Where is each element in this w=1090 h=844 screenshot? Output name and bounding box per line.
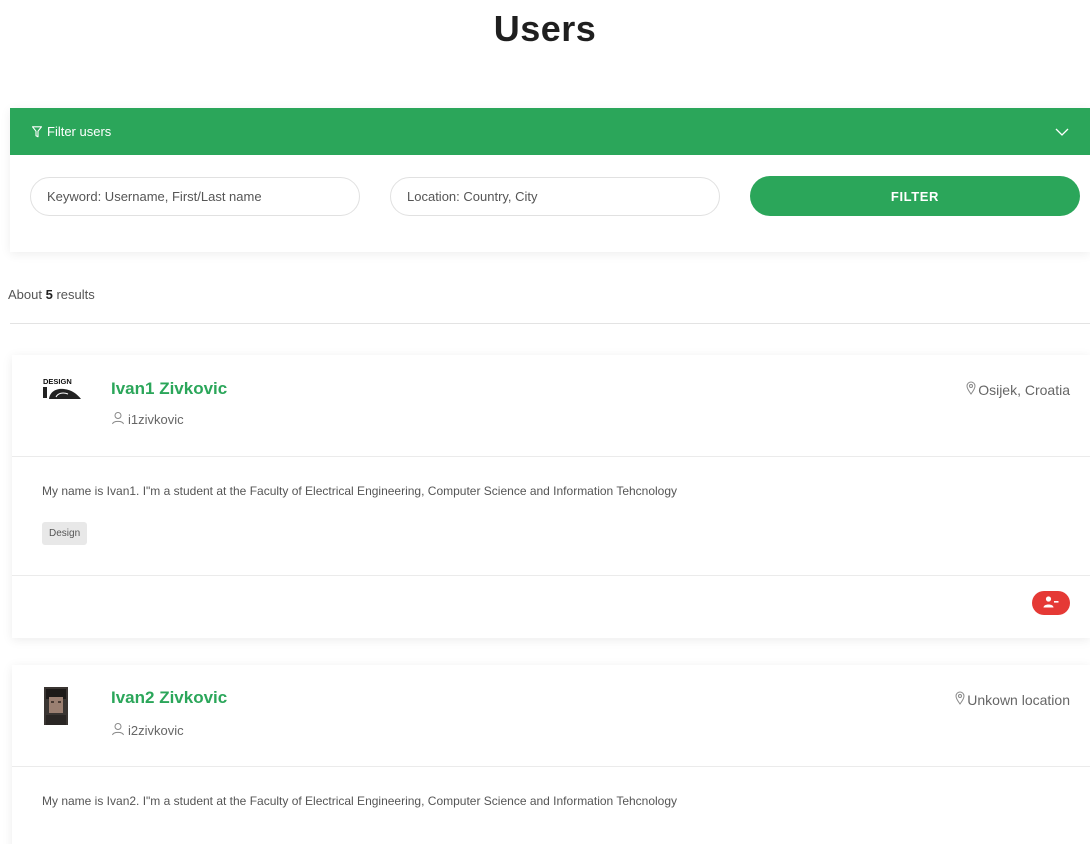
user-location: Unkown location [955,691,1070,708]
user-card-header: Ivan2 Zivkovic i2zivkovic Unkown locatio… [12,665,1090,767]
avatar[interactable] [42,687,82,727]
map-pin-icon [966,381,976,398]
avatar-logo-text: DESIGN [43,377,72,386]
user-card-body: My name is Ivan1. I"m a student at the F… [12,457,1090,576]
username-row: i1zivkovic [111,411,184,428]
user-card-header: DESIGN Ivan1 Zivkovic i1zivkovic Osijek,… [12,355,1090,457]
filter-form: FILTER [10,155,1090,216]
user-outline-icon [111,411,125,428]
map-pin-icon [955,691,965,708]
user-card: Ivan2 Zivkovic i2zivkovic Unkown locatio… [12,665,1090,844]
results-prefix: About [8,287,42,302]
chevron-down-icon[interactable] [1055,128,1069,136]
user-bio: My name is Ivan1. I"m a student at the F… [42,484,678,498]
user-name-link[interactable]: Ivan2 Zivkovic [111,688,227,708]
filter-funnel-icon [32,125,42,138]
user-name-link[interactable]: Ivan1 Zivkovic [111,379,227,399]
username-row: i2zivkovic [111,722,184,739]
location-search-input[interactable] [390,176,720,216]
remove-user-button[interactable] [1032,591,1070,615]
username: i1zivkovic [128,412,184,427]
user-card-body: My name is Ivan2. I"m a student at the F… [12,767,1090,844]
user-card: DESIGN Ivan1 Zivkovic i1zivkovic Osijek,… [12,355,1090,638]
user-card-footer [12,576,1090,638]
user-location: Osijek, Croatia [966,381,1070,398]
page-title: Users [493,8,597,49]
skill-tag: Design [42,522,88,545]
filter-button[interactable]: FILTER [750,176,1080,216]
filter-header-label: Filter users [47,124,112,139]
users-page: Users Filter users FILTER About 5 result… [0,0,1090,844]
filter-header-left: Filter users [32,124,111,139]
results-number: 5 [45,287,53,302]
results-suffix: results [56,287,95,302]
username: i2zivkovic [128,723,184,738]
filter-toggle[interactable]: Filter users [10,108,1090,155]
remove-user-icon [1043,595,1059,611]
user-outline-icon [111,722,125,739]
location-text: Osijek, Croatia [978,381,1070,398]
user-bio: My name is Ivan2. I"m a student at the F… [42,794,678,808]
results-count: About 5 results [8,287,95,302]
filter-panel: Filter users FILTER [10,108,1090,252]
results-divider [10,323,1090,324]
keyword-search-input[interactable] [30,176,360,216]
location-text: Unkown location [967,691,1070,708]
avatar[interactable]: DESIGN [42,375,82,415]
